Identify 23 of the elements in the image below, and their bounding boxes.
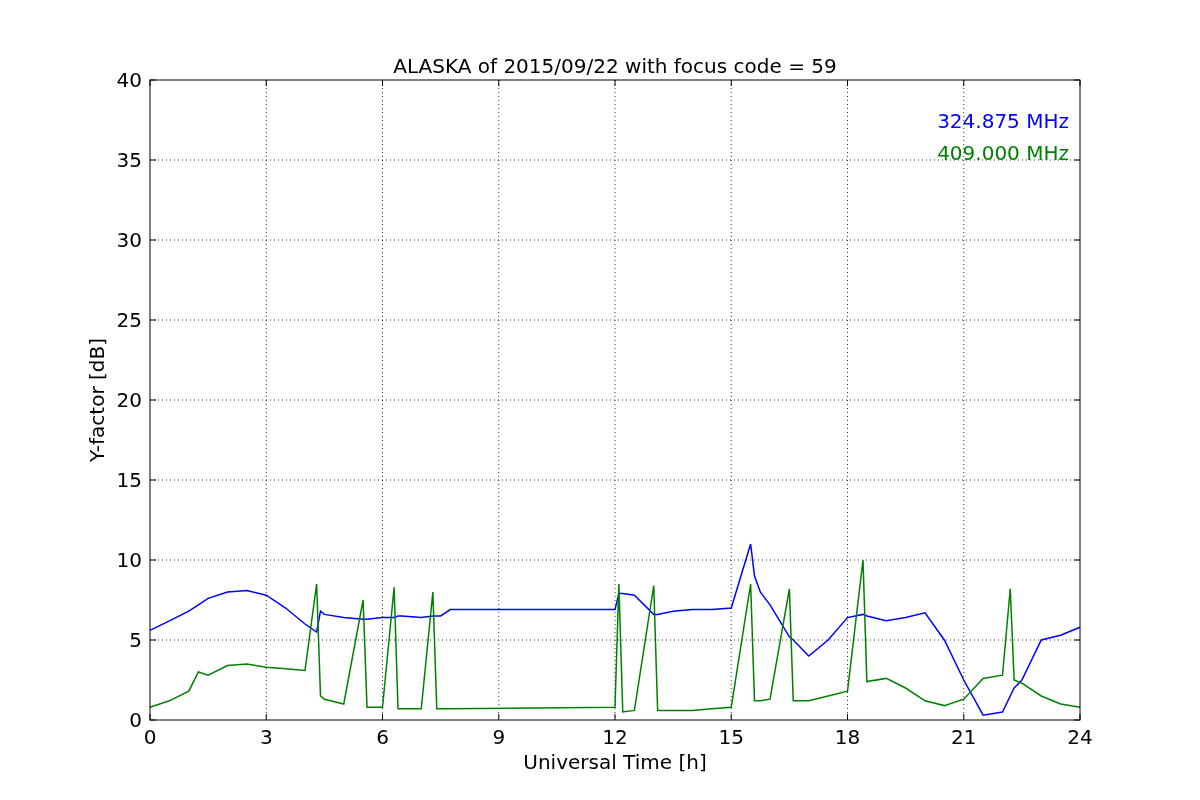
x-tick-label: 6: [376, 725, 389, 749]
x-tick-label: 3: [259, 725, 273, 749]
x-tick-label: 9: [492, 725, 506, 749]
y-tick-label: 20: [116, 388, 142, 412]
y-tick-label: 10: [116, 548, 142, 572]
chart-title: ALASKA of 2015/09/22 with focus code = 59: [393, 54, 837, 78]
x-tick-label: 18: [834, 725, 861, 749]
y-tick-label: 5: [129, 628, 142, 652]
y-tick-label: 35: [116, 148, 142, 172]
x-tick-label: 0: [143, 725, 157, 749]
x-tick-label: 12: [602, 725, 628, 749]
x-tick-label: 15: [718, 725, 744, 749]
x-axis-label: Universal Time [h]: [523, 750, 707, 774]
y-tick-label: 30: [116, 228, 142, 252]
legend-label: 324.875 MHz: [937, 109, 1069, 133]
x-tick-label: 21: [951, 725, 977, 749]
y-tick-label: 15: [116, 468, 142, 492]
y-axis-label: Y-factor [dB]: [85, 338, 109, 462]
y-tick-label: 40: [116, 68, 142, 92]
y-tick-label: 25: [116, 308, 142, 332]
legend-label: 409.000 MHz: [937, 141, 1069, 165]
y-tick-label: 0: [129, 708, 142, 732]
x-tick-label: 24: [1067, 725, 1093, 749]
